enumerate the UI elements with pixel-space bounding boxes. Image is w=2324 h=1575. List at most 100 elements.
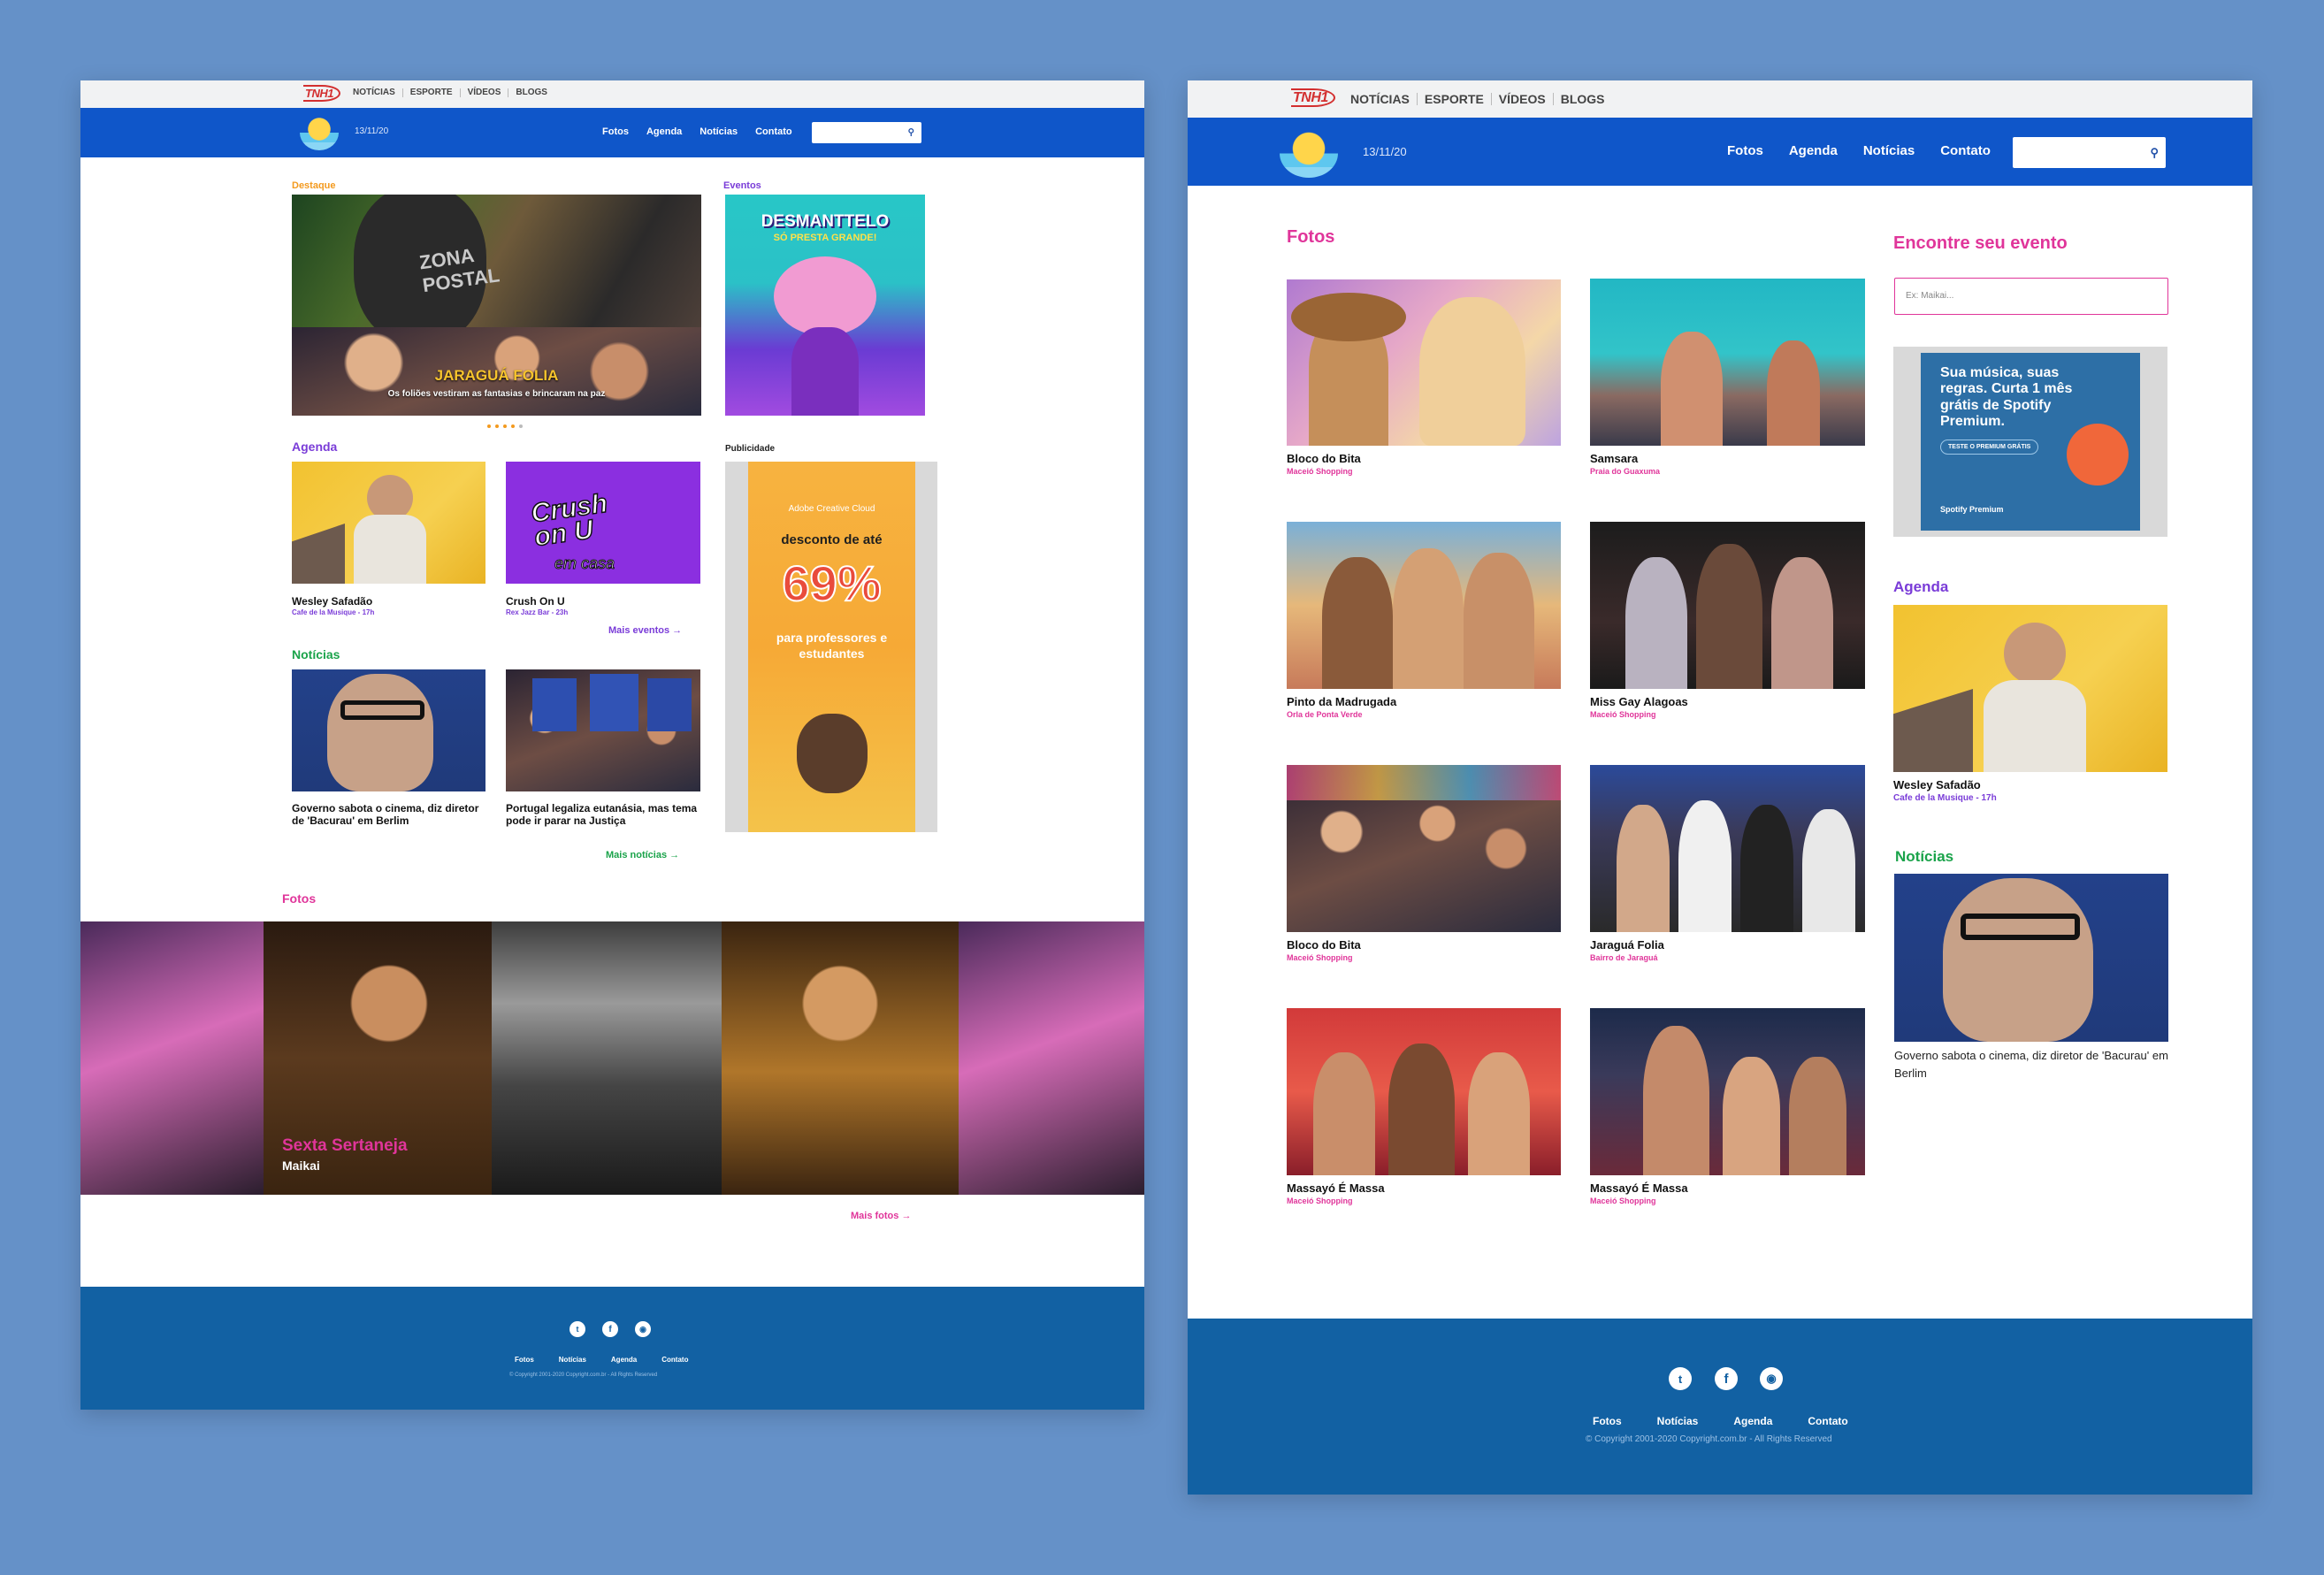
sidebar-agenda-title[interactable]: Wesley Safadão [1893,778,1981,791]
news-item-title[interactable]: Governo sabota o cinema, diz diretor de … [292,802,485,828]
topbar-link-noticias[interactable]: NOTÍCIAS [346,88,403,97]
news-image-bacurau[interactable] [292,669,485,791]
spotify-ad-button[interactable]: TESTE O PREMIUM GRÁTIS [1940,440,2039,455]
photo-card-title[interactable]: Massayó É Massa [1590,1181,1688,1195]
nav-link-fotos[interactable]: Fotos [602,126,629,137]
footer-link-fotos[interactable]: Fotos [515,1356,534,1364]
section-fotos-label: Fotos [282,891,317,906]
person-figure [1789,1057,1846,1175]
photo-card-image[interactable] [1590,522,1865,689]
spotify-ad-graphic [2067,424,2129,485]
photo-slide[interactable] [492,921,722,1195]
footer-link-contato[interactable]: Contato [1808,1415,1847,1427]
nav-link-noticias[interactable]: Notícias [1863,143,1915,158]
twitter-icon[interactable]: t [570,1321,585,1337]
destaque-subtitle: Os foliões vestiram as fantasias e brinc… [387,389,606,399]
site-logo[interactable] [1280,129,1338,178]
agenda-item-title[interactable]: Crush On U [506,595,565,608]
facebook-icon[interactable]: f [1715,1367,1738,1390]
photo-slide[interactable] [80,921,264,1195]
nav-link-noticias[interactable]: Notícias [699,126,738,137]
nav-link-agenda[interactable]: Agenda [646,126,682,137]
topbar-link-esporte[interactable]: ESPORTE [1418,93,1492,105]
photo-card-image[interactable] [1590,765,1865,932]
photo-card-title[interactable]: Pinto da Madrugada [1287,695,1396,708]
singer-head [2004,623,2066,684]
photo-card-title[interactable]: Samsara [1590,452,1638,465]
carousel-dot[interactable] [503,424,507,428]
photo-card-title[interactable]: Bloco do Bita [1287,938,1361,952]
photo-card-image[interactable] [1287,765,1561,932]
footer-link-noticias[interactable]: Notícias [1657,1415,1699,1427]
topbar-link-noticias[interactable]: NOTÍCIAS [1343,93,1418,105]
portal-topbar: TNH1 NOTÍCIAS ESPORTE VÍDEOS BLOGS [80,80,1144,108]
search-icon[interactable]: ⚲ [2150,146,2159,160]
singer-shirt [354,515,426,584]
nav-link-contato[interactable]: Contato [755,126,792,137]
instagram-icon[interactable]: ◉ [635,1321,651,1337]
nav-link-agenda[interactable]: Agenda [1789,143,1838,158]
search-input[interactable]: ⚲ [2013,137,2166,168]
news-item-title[interactable]: Portugal legaliza eutanásia, mas tema po… [506,802,700,828]
sidebar-agenda-image[interactable] [1893,605,2167,772]
photo-card-image[interactable] [1287,522,1561,689]
twitter-icon[interactable]: t [1669,1367,1692,1390]
agenda-image-wesley[interactable] [292,462,485,584]
nav-link-fotos[interactable]: Fotos [1727,143,1763,158]
photo-card-image[interactable] [1287,1008,1561,1175]
singer-shirt [1984,680,2086,772]
carousel-dot[interactable] [487,424,491,428]
photo-card-title[interactable]: Jaraguá Folia [1590,938,1664,952]
photo-card-title[interactable]: Massayó É Massa [1287,1181,1385,1195]
topbar-link-videos[interactable]: VÍDEOS [1492,93,1554,105]
photo-slide[interactable] [959,921,1144,1195]
nav-link-contato[interactable]: Contato [1940,143,1991,158]
more-events-link[interactable]: Mais eventos → [608,625,682,636]
instagram-icon[interactable]: ◉ [1760,1367,1783,1390]
tnh1-logo[interactable]: TNH1 [1291,88,1335,107]
more-photos-link[interactable]: Mais fotos → [851,1211,911,1221]
person-figure [1322,557,1393,689]
photo-card-image[interactable] [1590,1008,1865,1175]
photo-card-location: Praia do Guaxuma [1590,467,1661,476]
agenda-image-crush[interactable]: Crush on U em casa [506,462,700,584]
tnh1-logo[interactable]: TNH1 [303,85,340,102]
spotify-ad-container: Sua música, suas regras. Curta 1 mês grá… [1893,347,2167,537]
footer-link-noticias[interactable]: Notícias [559,1356,586,1364]
photo-card-image[interactable] [1287,279,1561,446]
search-input[interactable]: ⚲ [812,122,921,143]
photo-card-image[interactable] [1590,279,1865,446]
sidebar-news-image[interactable] [1894,874,2168,1042]
search-icon[interactable]: ⚲ [908,128,914,138]
topbar-link-blogs[interactable]: BLOGS [508,88,554,97]
image-shape [292,524,345,584]
spotify-ad[interactable]: Sua música, suas regras. Curta 1 mês grá… [1921,353,2140,531]
photo-card-title[interactable]: Bloco do Bita [1287,452,1361,465]
topbar-link-blogs[interactable]: BLOGS [1554,93,1612,105]
carousel-dot[interactable] [519,424,523,428]
fotos-strip[interactable]: Sexta Sertaneja Maikai [80,921,1144,1195]
eventos-poster[interactable]: DESMANTTELO SÓ PRESTA GRANDE! [725,195,925,416]
destaque-carousel-image[interactable]: ZONA POSTAL JARAGUÁ FOLIA Os foliões vest… [292,195,701,416]
carousel-dot[interactable] [495,424,499,428]
facebook-icon[interactable]: f [602,1321,618,1337]
poster-graphic [774,256,876,336]
footer-link-contato[interactable]: Contato [661,1356,688,1364]
carousel-dot[interactable] [511,424,515,428]
footer-link-fotos[interactable]: Fotos [1593,1415,1622,1427]
find-event-input[interactable]: Ex: Maikai... [1894,278,2168,315]
adobe-ad[interactable]: Adobe Creative Cloud desconto de até 69%… [748,462,915,832]
topbar-link-videos[interactable]: VÍDEOS [461,88,509,97]
site-logo[interactable] [300,115,339,150]
news-image-portugal[interactable] [506,669,700,791]
photo-slide[interactable] [722,921,959,1195]
footer-link-agenda[interactable]: Agenda [1733,1415,1772,1427]
more-news-link[interactable]: Mais notícias → [606,850,679,860]
person-figure [1468,1052,1530,1175]
footer-link-agenda[interactable]: Agenda [611,1356,637,1364]
topbar-link-esporte[interactable]: ESPORTE [403,88,461,97]
agenda-item-title[interactable]: Wesley Safadão [292,595,372,608]
photo-card-title[interactable]: Miss Gay Alagoas [1590,695,1688,708]
sidebar-news-title[interactable]: Governo sabota o cinema, diz diretor de … [1894,1047,2168,1082]
sidebar-agenda-label: Agenda [1893,578,1949,595]
